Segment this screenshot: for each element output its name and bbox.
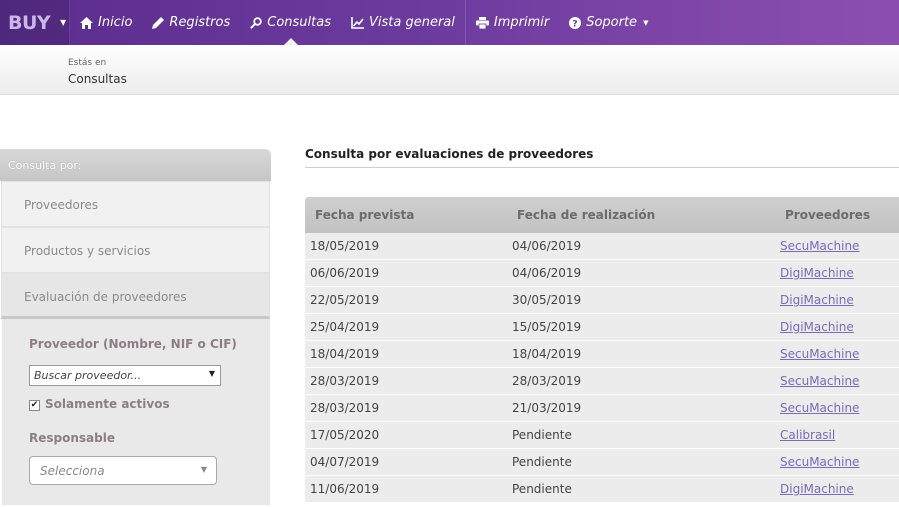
cell-fecha-realizacion: 18/04/2019: [512, 347, 582, 361]
sidebar-item-productos-servicios[interactable]: Productos y servicios: [1, 227, 270, 273]
provider-filter-label: Proveedor (Nombre, NIF o CIF): [29, 337, 237, 351]
nav-item-label: Vista general: [368, 15, 455, 30]
brand-logo: BUY: [8, 11, 51, 34]
cell-fecha-prevista: 28/03/2019: [310, 401, 380, 415]
table-header: Fecha prevista Fecha de realización Prov…: [305, 197, 899, 233]
nav-item-vista-general[interactable]: Vista general: [341, 0, 465, 45]
breadcrumb: Estás en Consultas: [0, 45, 899, 95]
nav-item-label: Consultas: [267, 15, 331, 30]
pencil-icon: [152, 16, 165, 29]
table-row: 17/05/2020 Pendiente Calibrasil: [305, 422, 899, 449]
nav-item-registros[interactable]: Registros: [142, 0, 240, 45]
title-divider: [305, 167, 899, 168]
cell-fecha-prevista: 17/05/2020: [310, 428, 380, 442]
cell-fecha-realizacion: 15/05/2019: [512, 320, 582, 334]
cell-fecha-realizacion: 30/05/2019: [512, 293, 582, 307]
only-active-label: Solamente activos: [45, 397, 170, 411]
table-row: 25/04/2019 15/05/2019 DigiMachine: [305, 314, 899, 341]
table-row: 18/05/2019 04/06/2019 SecuMachine: [305, 233, 899, 260]
provider-link[interactable]: DigiMachine: [780, 320, 854, 334]
provider-link[interactable]: DigiMachine: [780, 266, 854, 280]
home-icon: [80, 16, 93, 29]
cell-fecha-prevista: 04/07/2019: [310, 455, 380, 469]
responsible-label: Responsable: [29, 431, 115, 445]
page-title: Consulta por evaluaciones de proveedores: [305, 147, 594, 161]
table-row: 04/07/2019 Pendiente SecuMachine: [305, 449, 899, 476]
only-active-row: ✔ Solamente activos: [29, 397, 170, 411]
breadcrumb-prefix: Estás en: [68, 58, 107, 68]
filter-panel: Proveedor (Nombre, NIF o CIF) Buscar pro…: [2, 319, 270, 505]
provider-link[interactable]: SecuMachine: [780, 374, 859, 388]
nav-item-consultas[interactable]: Consultas: [240, 0, 341, 45]
column-header-proveedores[interactable]: Proveedores: [785, 208, 870, 222]
cell-fecha-realizacion: Pendiente: [512, 428, 572, 442]
sidebar-header: Consulta por:: [0, 149, 271, 181]
active-indicator: [283, 38, 298, 45]
table-row: 11/06/2019 Pendiente DigiMachine: [305, 476, 899, 503]
table-body: 18/05/2019 04/06/2019 SecuMachine 06/06/201…: [305, 233, 899, 503]
cell-fecha-realizacion: 21/03/2019: [512, 401, 582, 415]
svg-text:?: ?: [573, 19, 578, 29]
responsible-select-placeholder: Selecciona: [40, 464, 105, 478]
evaluations-table: Fecha prevista Fecha de realización Prov…: [305, 197, 899, 503]
provider-link[interactable]: SecuMachine: [780, 401, 859, 415]
provider-link[interactable]: SecuMachine: [780, 239, 859, 253]
nav-item-imprimir[interactable]: Imprimir: [466, 0, 559, 45]
breadcrumb-current: Consultas: [68, 72, 127, 86]
nav-item-label: Inicio: [98, 15, 133, 30]
table-row: 28/03/2019 21/03/2019 SecuMachine: [305, 395, 899, 422]
provider-search-select[interactable]: Buscar proveedor... ▼: [29, 365, 221, 386]
chevron-down-icon: ▼: [60, 18, 67, 27]
cell-fecha-realizacion: Pendiente: [512, 482, 572, 496]
chart-line-icon: [351, 16, 364, 29]
table-row: 28/03/2019 28/03/2019 SecuMachine: [305, 368, 899, 395]
provider-link[interactable]: SecuMachine: [780, 455, 859, 469]
cell-fecha-prevista: 18/05/2019: [310, 239, 380, 253]
top-navbar: BUY ▼ Inicio Registros Consultas Vista g…: [0, 0, 899, 45]
column-header-fecha-prevista[interactable]: Fecha prevista: [315, 208, 414, 222]
cell-fecha-prevista: 18/04/2019: [310, 347, 380, 361]
cell-fecha-realizacion: 04/06/2019: [512, 239, 582, 253]
cell-fecha-prevista: 28/03/2019: [310, 374, 380, 388]
table-row: 22/05/2019 30/05/2019 DigiMachine: [305, 287, 899, 314]
help-circle-icon: ?: [569, 16, 582, 29]
cell-fecha-prevista: 22/05/2019: [310, 293, 380, 307]
provider-select-placeholder: Buscar proveedor...: [34, 369, 142, 382]
table-row: 06/06/2019 04/06/2019 DigiMachine: [305, 260, 899, 287]
nav-item-label: Soporte: [586, 15, 638, 30]
nav-item-inicio[interactable]: Inicio: [70, 0, 142, 45]
responsible-select[interactable]: Selecciona ▼: [29, 456, 217, 485]
sidebar-item-evaluacion-proveedores[interactable]: Evaluación de proveedores: [1, 273, 270, 319]
cell-fecha-prevista: 25/04/2019: [310, 320, 380, 334]
brand-menu[interactable]: BUY ▼: [0, 0, 70, 45]
cell-fecha-realizacion: 28/03/2019: [512, 374, 582, 388]
cell-fecha-realizacion: Pendiente: [512, 455, 572, 469]
provider-link[interactable]: Calibrasil: [780, 428, 835, 442]
provider-link[interactable]: DigiMachine: [780, 482, 854, 496]
provider-link[interactable]: DigiMachine: [780, 293, 854, 307]
nav-item-label: Imprimir: [493, 15, 550, 30]
query-sidebar: Consulta por: Proveedores Productos y se…: [0, 149, 271, 507]
cell-fecha-prevista: 06/06/2019: [310, 266, 380, 280]
provider-link[interactable]: SecuMachine: [780, 347, 859, 361]
chevron-down-icon: ▼: [643, 18, 649, 27]
sidebar-item-proveedores[interactable]: Proveedores: [1, 181, 270, 227]
chevron-down-icon: ▼: [208, 369, 215, 378]
printer-icon: [475, 16, 489, 29]
cell-fecha-prevista: 11/06/2019: [310, 482, 380, 496]
chevron-down-icon: ▼: [200, 465, 207, 474]
nav-item-label: Registros: [169, 15, 231, 30]
table-row: 18/04/2019 18/04/2019 SecuMachine: [305, 341, 899, 368]
search-icon: [250, 16, 262, 29]
cell-fecha-realizacion: 04/06/2019: [512, 266, 582, 280]
only-active-checkbox[interactable]: ✔: [29, 400, 40, 411]
column-header-fecha-realizacion[interactable]: Fecha de realización: [517, 208, 655, 222]
nav-item-soporte[interactable]: ? Soporte ▼: [559, 0, 658, 45]
